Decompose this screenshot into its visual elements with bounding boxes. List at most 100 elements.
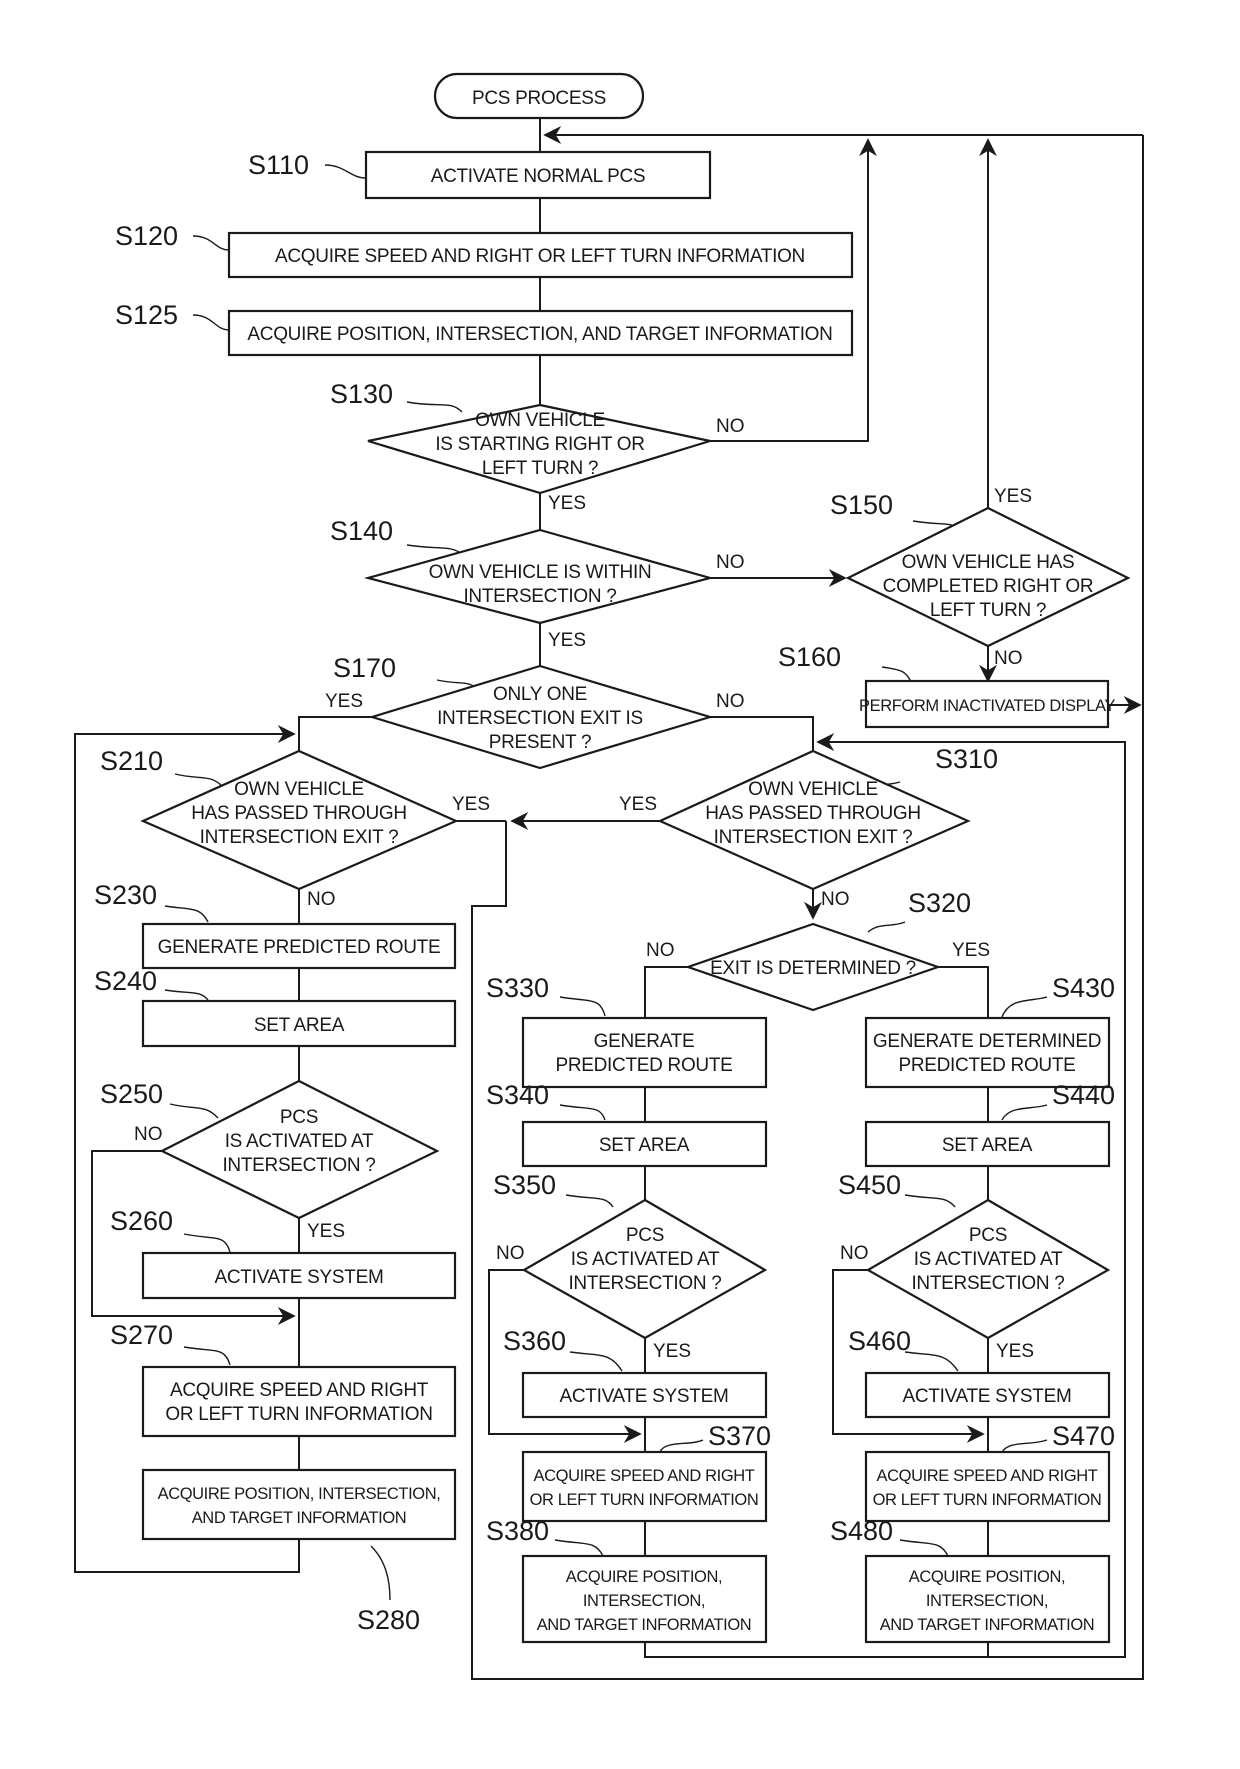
node-text-line: PCS (969, 1225, 1007, 1246)
step-label-s210: S210 (100, 746, 163, 776)
node-text-line: OR LEFT TURN INFORMATION (165, 1404, 432, 1425)
start-label: PCS PROCESS (472, 88, 606, 109)
node-text-line: OWN VEHICLE (475, 410, 605, 431)
process-s280 (141, 1468, 457, 1541)
node-text-line: GENERATE (594, 1031, 695, 1052)
node-text-s460: ACTIVATE SYSTEM (903, 1386, 1072, 1407)
branch-s310-yes: YES (619, 794, 657, 815)
step-label-s120: S120 (115, 221, 178, 251)
node-text-s260: ACTIVATE SYSTEM (215, 1267, 384, 1288)
step-label-s240: S240 (94, 966, 157, 996)
node-text-line: INTERSECTION ? (463, 586, 616, 607)
node-text-line: IS STARTING RIGHT OR (435, 434, 644, 455)
branch-s350-no: NO (496, 1243, 525, 1264)
process-s270 (141, 1365, 457, 1438)
node-text-line: IS ACTIVATED AT (914, 1249, 1063, 1270)
node-text-line: INTERSECTION ? (568, 1273, 721, 1294)
node-text-line: OWN VEHICLE IS WITHIN (429, 562, 652, 583)
node-text-s340: SET AREA (599, 1135, 690, 1156)
step-label-s110: S110 (248, 150, 309, 180)
node-text-line: ACQUIRE SPEED AND RIGHT (170, 1380, 429, 1401)
step-label-s230: S230 (94, 880, 157, 910)
edge-s320-yes (938, 966, 989, 1018)
process-s470 (864, 1450, 1111, 1523)
branch-s450-yes: YES (996, 1341, 1034, 1362)
step-label-s450: S450 (838, 1170, 901, 1200)
step-label-s470: S470 (1052, 1421, 1115, 1451)
node-text-line: ACQUIRE SPEED AND RIGHT OR LEFT TURN INF… (275, 246, 805, 267)
step-label-s320: S320 (908, 888, 971, 918)
branch-s250-yes: YES (307, 1221, 345, 1242)
process-s370 (521, 1450, 768, 1523)
node-text-line: OWN VEHICLE (748, 779, 878, 800)
step-label-s270: S270 (110, 1320, 173, 1350)
node-text-line: COMPLETED RIGHT OR (883, 576, 1094, 597)
node-text-line: ACQUIRE POSITION, INTERSECTION, (158, 1485, 441, 1503)
node-text-s320: EXIT IS DETERMINED ? (710, 958, 916, 979)
branch-s450-no: NO (840, 1243, 869, 1264)
node-text-line: AND TARGET INFORMATION (880, 1616, 1095, 1634)
step-label-s150: S150 (830, 490, 893, 520)
node-text-line: OWN VEHICLE (234, 779, 364, 800)
node-text-line: PREDICTED ROUTE (898, 1055, 1075, 1076)
node-text-line: ACQUIRE POSITION, (909, 1568, 1065, 1586)
node-text-line: ACTIVATE SYSTEM (215, 1267, 384, 1288)
node-text-line: GENERATE PREDICTED ROUTE (158, 937, 441, 958)
node-text-line: ACTIVATE NORMAL PCS (431, 166, 646, 187)
node-text-s360: ACTIVATE SYSTEM (560, 1386, 729, 1407)
step-label-s160: S160 (778, 642, 841, 672)
step-label-s460: S460 (848, 1326, 911, 1356)
step-label-s350: S350 (493, 1170, 556, 1200)
node-text-line: ACTIVATE SYSTEM (560, 1386, 729, 1407)
node-text-line: INTERSECTION ? (911, 1273, 1064, 1294)
branch-s150-yes: YES (994, 486, 1032, 507)
node-text-s240: SET AREA (254, 1015, 345, 1036)
branch-s140-no: NO (716, 552, 745, 573)
branch-s320-yes: YES (952, 940, 990, 961)
node-text-line: PERFORM INACTIVATED DISPLAY (859, 697, 1115, 715)
step-label-s310: S310 (935, 744, 998, 774)
branch-s170-yes: YES (325, 691, 363, 712)
node-text-s125: ACQUIRE POSITION, INTERSECTION, AND TARG… (247, 324, 832, 345)
node-text-line: ACQUIRE SPEED AND RIGHT (534, 1467, 755, 1485)
branch-s250-no: NO (134, 1124, 163, 1145)
node-text-line: INTERSECTION EXIT ? (714, 827, 913, 848)
step-label-s380: S380 (486, 1516, 549, 1546)
node-text-line: PREDICTED ROUTE (555, 1055, 732, 1076)
step-label-s140: S140 (330, 516, 393, 546)
node-text-line: ONLY ONE (493, 684, 587, 705)
edge-outer-loop (471, 135, 1144, 1680)
step-label-s430: S430 (1052, 973, 1115, 1003)
branch-s210-yes: YES (452, 794, 490, 815)
branch-s150-no: NO (994, 648, 1023, 669)
node-text-line: OR LEFT TURN INFORMATION (873, 1491, 1102, 1509)
step-label-s340: S340 (486, 1080, 549, 1110)
step-label-s280: S280 (357, 1605, 420, 1635)
branch-s140-yes: YES (548, 630, 586, 651)
process-s330 (521, 1016, 768, 1089)
step-label-s170: S170 (333, 653, 396, 683)
node-text-line: SET AREA (254, 1015, 345, 1036)
node-text-line: OR LEFT TURN INFORMATION (530, 1491, 759, 1509)
flowchart: PCS PROCESS ACTIVATE NORMAL PCS ACQUIRE … (74, 72, 1144, 1680)
branch-s130-no: NO (716, 416, 745, 437)
node-text-s120: ACQUIRE SPEED AND RIGHT OR LEFT TURN INF… (275, 246, 805, 267)
node-text-line: OWN VEHICLE HAS (902, 552, 1075, 573)
node-text-line: IS ACTIVATED AT (225, 1131, 374, 1152)
branch-s350-yes: YES (653, 1341, 691, 1362)
node-text-line: INTERSECTION EXIT ? (200, 827, 399, 848)
node-text-line: LEFT TURN ? (930, 600, 1046, 621)
step-label-s480: S480 (830, 1516, 893, 1546)
node-text-line: AND TARGET INFORMATION (192, 1509, 407, 1527)
step-label-s125: S125 (115, 300, 178, 330)
node-text-line: EXIT IS DETERMINED ? (710, 958, 916, 979)
step-label-s260: S260 (110, 1206, 173, 1236)
edge-s320-no (644, 966, 688, 1018)
node-text-line: SET AREA (942, 1135, 1033, 1156)
node-text-line: SET AREA (599, 1135, 690, 1156)
branch-s210-no: NO (307, 889, 336, 910)
node-text-line: GENERATE DETERMINED (873, 1031, 1101, 1052)
branch-s310-no: NO (821, 889, 850, 910)
step-label-s360: S360 (503, 1326, 566, 1356)
node-text-s440: SET AREA (942, 1135, 1033, 1156)
